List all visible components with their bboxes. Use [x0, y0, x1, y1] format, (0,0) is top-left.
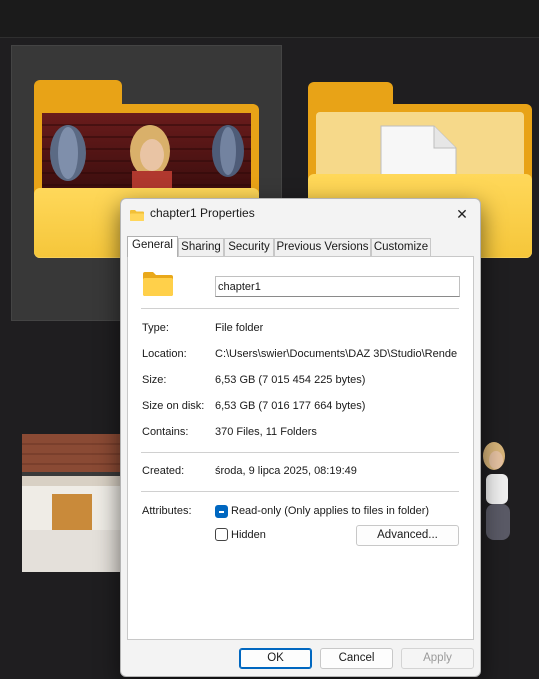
tab-security[interactable]: Security [224, 238, 274, 256]
created-value: środa, 9 lipca 2025, 08:19:49 [215, 465, 357, 477]
tab-previous-versions[interactable]: Previous Versions [274, 238, 371, 256]
size-on-disk-label: Size on disk: [142, 400, 205, 412]
divider [141, 491, 459, 492]
ok-button[interactable]: OK [239, 648, 312, 669]
dialog-title: chapter1 Properties [150, 206, 255, 220]
apply-button[interactable]: Apply [401, 648, 474, 669]
cancel-button[interactable]: Cancel [320, 648, 393, 669]
size-value: 6,53 GB (7 015 454 225 bytes) [215, 374, 366, 386]
divider [141, 452, 459, 453]
location-value[interactable]: C:\Users\swier\Documents\DAZ 3D\Studio\R… [215, 348, 462, 360]
attributes-label: Attributes: [142, 505, 192, 517]
created-label: Created: [142, 465, 185, 477]
image-thumbnail-room[interactable] [22, 434, 120, 572]
size-label: Size: [142, 374, 167, 386]
readonly-checkbox[interactable] [215, 505, 228, 518]
close-icon[interactable]: ✕ [452, 204, 472, 224]
folder-large-icon [143, 272, 173, 301]
readonly-label[interactable]: Read-only (Only applies to files in fold… [231, 505, 429, 517]
type-label: Type: [142, 322, 169, 334]
dialog-titlebar[interactable]: chapter1 Properties ✕ [121, 199, 480, 229]
hidden-checkbox[interactable] [215, 528, 228, 541]
size-on-disk-value: 6,53 GB (7 016 177 664 bytes) [215, 400, 366, 412]
tab-customize[interactable]: Customize [371, 238, 431, 256]
properties-dialog: chapter1 Properties ✕ General Sharing Se… [120, 198, 481, 677]
folder-name-input[interactable] [215, 276, 460, 297]
tab-general[interactable]: General [127, 236, 178, 257]
contains-label: Contains: [142, 426, 189, 438]
location-label: Location: [142, 348, 187, 360]
type-value: File folder [215, 322, 264, 334]
explorer-top-bar [0, 0, 539, 38]
folder-icon [130, 208, 144, 221]
divider [141, 308, 459, 309]
image-thumbnail-figure[interactable] [480, 434, 514, 546]
general-panel: Type: File folder Location: C:\Users\swi… [127, 256, 474, 640]
contains-value: 370 Files, 11 Folders [215, 426, 317, 438]
hidden-label[interactable]: Hidden [231, 529, 266, 541]
tab-sharing[interactable]: Sharing [178, 238, 224, 256]
folder-preview-image [42, 113, 251, 193]
advanced-button[interactable]: Advanced... [356, 525, 459, 546]
